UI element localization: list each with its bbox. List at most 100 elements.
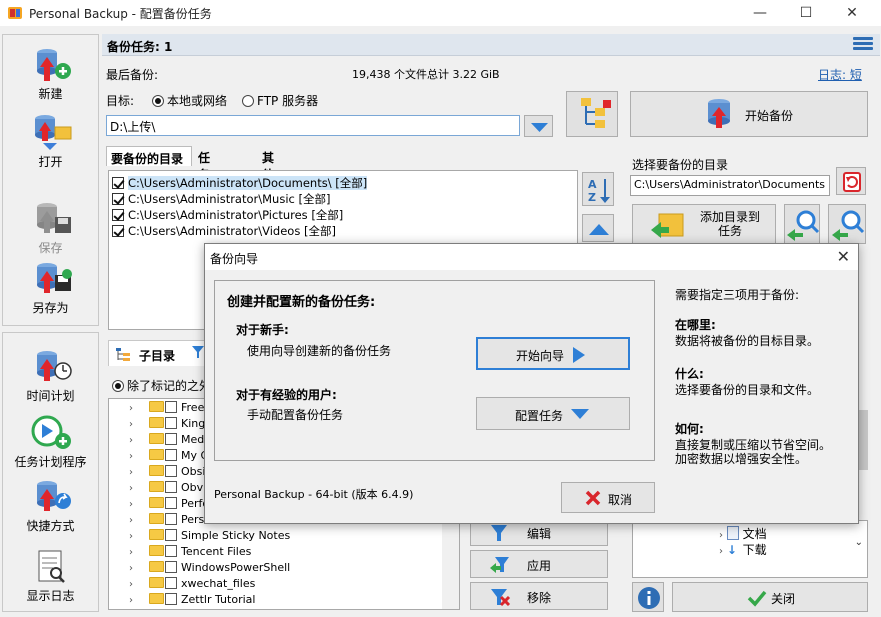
shortcut-button[interactable]: 快捷方式 [3, 479, 98, 534]
add-with-subdirs-button[interactable] [784, 204, 820, 244]
filter-remove-icon [491, 589, 511, 607]
except-marked-radio[interactable]: 除了标记的之外 [112, 377, 211, 394]
tab-task-settings[interactable]: 任务设置 [194, 146, 214, 216]
chevron-down-icon[interactable]: ⌄ [855, 537, 863, 548]
tree-checkbox[interactable] [165, 545, 177, 557]
folder-icon [149, 545, 164, 556]
radio-on-icon [152, 95, 164, 107]
new-task-icon [36, 49, 71, 81]
check-icon [747, 590, 767, 607]
expand-arrow-icon[interactable]: › [129, 403, 139, 414]
radio-on-icon [112, 380, 124, 392]
dir-item[interactable]: C:\Users\Administrator\Documents\ [全部] [112, 175, 576, 191]
close-main-label: 关闭 [771, 592, 796, 606]
open-button[interactable]: 打开 [3, 113, 98, 170]
dialog-close-icon[interactable]: ✕ [837, 247, 850, 266]
svg-text:Z: Z [588, 191, 596, 204]
dir-item[interactable]: C:\Users\Administrator\Videos [全部] [112, 223, 336, 239]
remove-filter-button[interactable]: 移除 [470, 582, 608, 610]
expand-arrow-icon[interactable]: › [129, 483, 139, 494]
tree-checkbox[interactable] [165, 561, 177, 573]
tree-item-documents[interactable]: › 文档 [719, 525, 767, 542]
target-local-radio[interactable]: 本地或网络 [152, 92, 227, 109]
target-ftp-radio[interactable]: FTP 服务器 [242, 92, 318, 109]
help-where-desc: 数据将被备份的目标目录。 [675, 334, 820, 348]
tree-checkbox[interactable] [165, 465, 177, 477]
select-dir-path[interactable]: C:\Users\Administrator\Documents [630, 175, 830, 196]
tree-checkbox[interactable] [165, 449, 177, 461]
tab-backup-dirs[interactable]: 要备份的目录 [106, 146, 192, 166]
info-button[interactable] [632, 582, 664, 612]
filter-tab-icon[interactable] [191, 345, 205, 359]
dir-item[interactable]: C:\Users\Administrator\Music [全部] [112, 191, 330, 207]
version-text: Personal Backup - 64-bit (版本 6.4.9) [214, 488, 414, 501]
tree-row[interactable]: › xwechat_files [129, 577, 255, 593]
target-path-input[interactable]: D:\上传\ [106, 115, 520, 136]
tree-checkbox[interactable] [165, 529, 177, 541]
dir-item-label: C:\Users\Administrator\Videos [全部] [128, 224, 336, 238]
log-icon [38, 550, 65, 583]
refresh-button[interactable] [836, 167, 866, 195]
tree-checkbox[interactable] [165, 433, 177, 445]
start-backup-button[interactable]: 开始备份 [630, 91, 868, 137]
dir-item[interactable]: C:\Users\Administrator\Pictures [全部] [112, 207, 343, 223]
expand-arrow-icon[interactable]: › [129, 579, 139, 590]
tree-row[interactable]: › Simple Sticky Notes [129, 529, 290, 545]
expand-arrow-icon[interactable]: › [129, 419, 139, 430]
save-as-button[interactable]: 另存为 [3, 261, 98, 316]
tree-checkbox[interactable] [165, 577, 177, 589]
expand-arrow-icon[interactable]: › [129, 547, 139, 558]
save-button[interactable]: 保存 [3, 201, 98, 256]
tree-row[interactable]: › Tencent Files [129, 545, 251, 561]
menu-icon[interactable] [853, 35, 873, 53]
start-wizard-label: 开始向导 [516, 349, 565, 363]
minimize-button[interactable]: — [737, 0, 783, 26]
dialog-heading: 创建并配置新的备份任务: [227, 295, 376, 310]
expand-arrow-icon[interactable]: › [129, 531, 139, 542]
tree-checkbox[interactable] [165, 417, 177, 429]
expand-arrow-icon[interactable]: › [129, 595, 139, 606]
tree-row[interactable]: › Zettlr Tutorial [129, 593, 255, 609]
config-task-button[interactable]: 配置任务 [476, 397, 630, 430]
task-scheduler-button[interactable]: 任务计划程序 [3, 415, 98, 470]
apply-filter-button[interactable]: 应用 [470, 550, 608, 578]
tree-row-label: Zettlr Tutorial [181, 593, 256, 606]
folder-browser-tree[interactable]: › 文档 › ↓ 下载 ⌄ [632, 520, 868, 578]
chevron-down-icon [531, 123, 548, 132]
tree-checkbox[interactable] [165, 593, 177, 605]
file-toolbar: 新建 打开 保存 另存为 [2, 34, 99, 326]
sort-button[interactable]: A Z [582, 172, 614, 206]
tree-checkbox[interactable] [165, 497, 177, 509]
window-close-button[interactable]: ✕ [829, 0, 875, 26]
remove-filter-label: 移除 [527, 591, 552, 605]
expand-arrow-icon[interactable]: › [129, 467, 139, 478]
add-selected-button[interactable] [828, 204, 866, 244]
tree-item-downloads[interactable]: › ↓ 下载 [719, 541, 767, 555]
start-wizard-button[interactable]: 开始向导 [476, 337, 630, 370]
new-button[interactable]: 新建 [3, 47, 98, 102]
expand-arrow-icon[interactable]: › [129, 499, 139, 510]
expand-arrow-icon[interactable]: › [129, 435, 139, 446]
sort-az-icon: A Z [588, 178, 610, 204]
cancel-label: 取消 [608, 493, 633, 507]
tree-row[interactable]: › WindowsPowerShell [129, 561, 290, 577]
expand-arrow-icon[interactable]: › [129, 563, 139, 574]
cancel-button[interactable]: 取消 [561, 482, 655, 513]
tree-row-label: xwechat_files [181, 577, 256, 590]
tab-other-options[interactable]: 其他选项 [258, 146, 278, 216]
target-browse-button[interactable] [566, 91, 618, 137]
schedule-button[interactable]: 时间计划 [3, 349, 98, 404]
tree-row[interactable]: › Media [129, 433, 214, 449]
expand-arrow-icon[interactable]: › [129, 451, 139, 462]
tree-checkbox[interactable] [165, 481, 177, 493]
log-link[interactable]: 日志: 短 [818, 66, 862, 83]
expand-arrow-icon[interactable]: › [129, 515, 139, 526]
maximize-button[interactable]: ☐ [783, 0, 829, 26]
close-main-button[interactable]: 关闭 [672, 582, 868, 612]
tree-checkbox[interactable] [165, 513, 177, 525]
add-dir-to-task-button[interactable]: 添加目录到 任务 [632, 204, 776, 244]
target-dropdown-button[interactable] [524, 115, 553, 137]
move-up-button[interactable] [582, 214, 614, 242]
show-log-button[interactable]: 显示日志 [3, 549, 98, 604]
tree-checkbox[interactable] [165, 401, 177, 413]
